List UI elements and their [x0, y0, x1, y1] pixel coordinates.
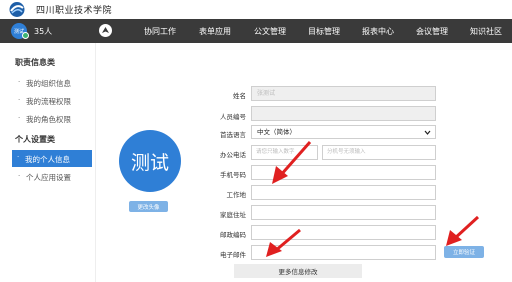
top-nav: 测试 35人 协同工作 表单应用 公文管理 目标管理 报表中心 会议管理 知识社… — [0, 19, 512, 43]
sidebar-group-personal: 个人设置类 — [15, 135, 55, 144]
label-email: 电子邮件 — [220, 251, 246, 259]
nav-item-collab[interactable]: 协同工作 — [144, 26, 176, 37]
annotation-arrow-icon — [446, 215, 480, 246]
label-staff-no: 人员编号 — [220, 113, 246, 121]
annotation-arrow-icon — [272, 141, 312, 184]
online-status-icon — [22, 32, 29, 39]
office-phone-ext-input[interactable]: 分机号无须输入 — [322, 145, 436, 160]
sidebar-group-duties: 职责信息类 — [15, 58, 55, 67]
user-count[interactable]: 35人 — [34, 26, 52, 37]
school-name: 四川职业技术学院 — [36, 6, 113, 16]
language-select[interactable]: 中文（简体） — [251, 125, 436, 139]
school-logo-icon — [9, 2, 25, 17]
label-name: 姓名 — [233, 92, 246, 100]
sidebar-item-app-settings[interactable]: 个人应用设置 — [26, 172, 71, 183]
nav-item-meetings[interactable]: 会议管理 — [416, 26, 448, 37]
nav-item-reports[interactable]: 报表中心 — [362, 26, 394, 37]
label-office-phone: 办公电话 — [220, 151, 246, 159]
sidebar-item-flow-perms[interactable]: 我的流程权限 — [26, 96, 71, 107]
more-info-button[interactable]: 更多信息修改 — [234, 264, 362, 278]
nav-item-forms[interactable]: 表单应用 — [199, 26, 231, 37]
bullet-icon: · — [18, 96, 21, 104]
annotation-arrow-icon — [266, 228, 301, 257]
chevron-down-icon — [424, 130, 431, 135]
label-home-address: 家庭住址 — [220, 211, 246, 219]
brand-bar: 四川职业技术学院 — [0, 0, 512, 19]
profile-avatar: 测试 — [119, 130, 181, 192]
sidebar-item-role-perms[interactable]: 我的角色权限 — [26, 114, 71, 125]
bullet-icon: · — [17, 153, 20, 161]
nav-item-documents[interactable]: 公文管理 — [254, 26, 286, 37]
home-address-input[interactable] — [251, 205, 436, 220]
staff-no-field — [251, 106, 436, 121]
nav-item-knowledge[interactable]: 知识社区 — [470, 26, 502, 37]
home-icon[interactable] — [99, 24, 112, 37]
bullet-icon: · — [18, 78, 21, 86]
label-postal-code: 邮政编码 — [220, 231, 246, 239]
label-language: 首选语言 — [220, 131, 246, 139]
name-field: 张测试 — [251, 86, 436, 101]
sidebar-item-label: 我的个人信息 — [25, 155, 70, 164]
language-select-value: 中文（简体） — [257, 128, 296, 136]
label-work-place: 工作地 — [226, 191, 247, 199]
change-avatar-button[interactable]: 更改头像 — [129, 201, 168, 212]
nav-item-goals[interactable]: 目标管理 — [308, 26, 340, 37]
label-mobile: 手机号码 — [220, 171, 246, 179]
sidebar-item-org-info[interactable]: 我的组织信息 — [26, 78, 71, 89]
sidebar-item-personal-info[interactable]: · 我的个人信息 — [12, 150, 92, 167]
bullet-icon: · — [18, 172, 21, 180]
work-place-input[interactable] — [251, 185, 436, 200]
bullet-icon: · — [18, 114, 21, 122]
